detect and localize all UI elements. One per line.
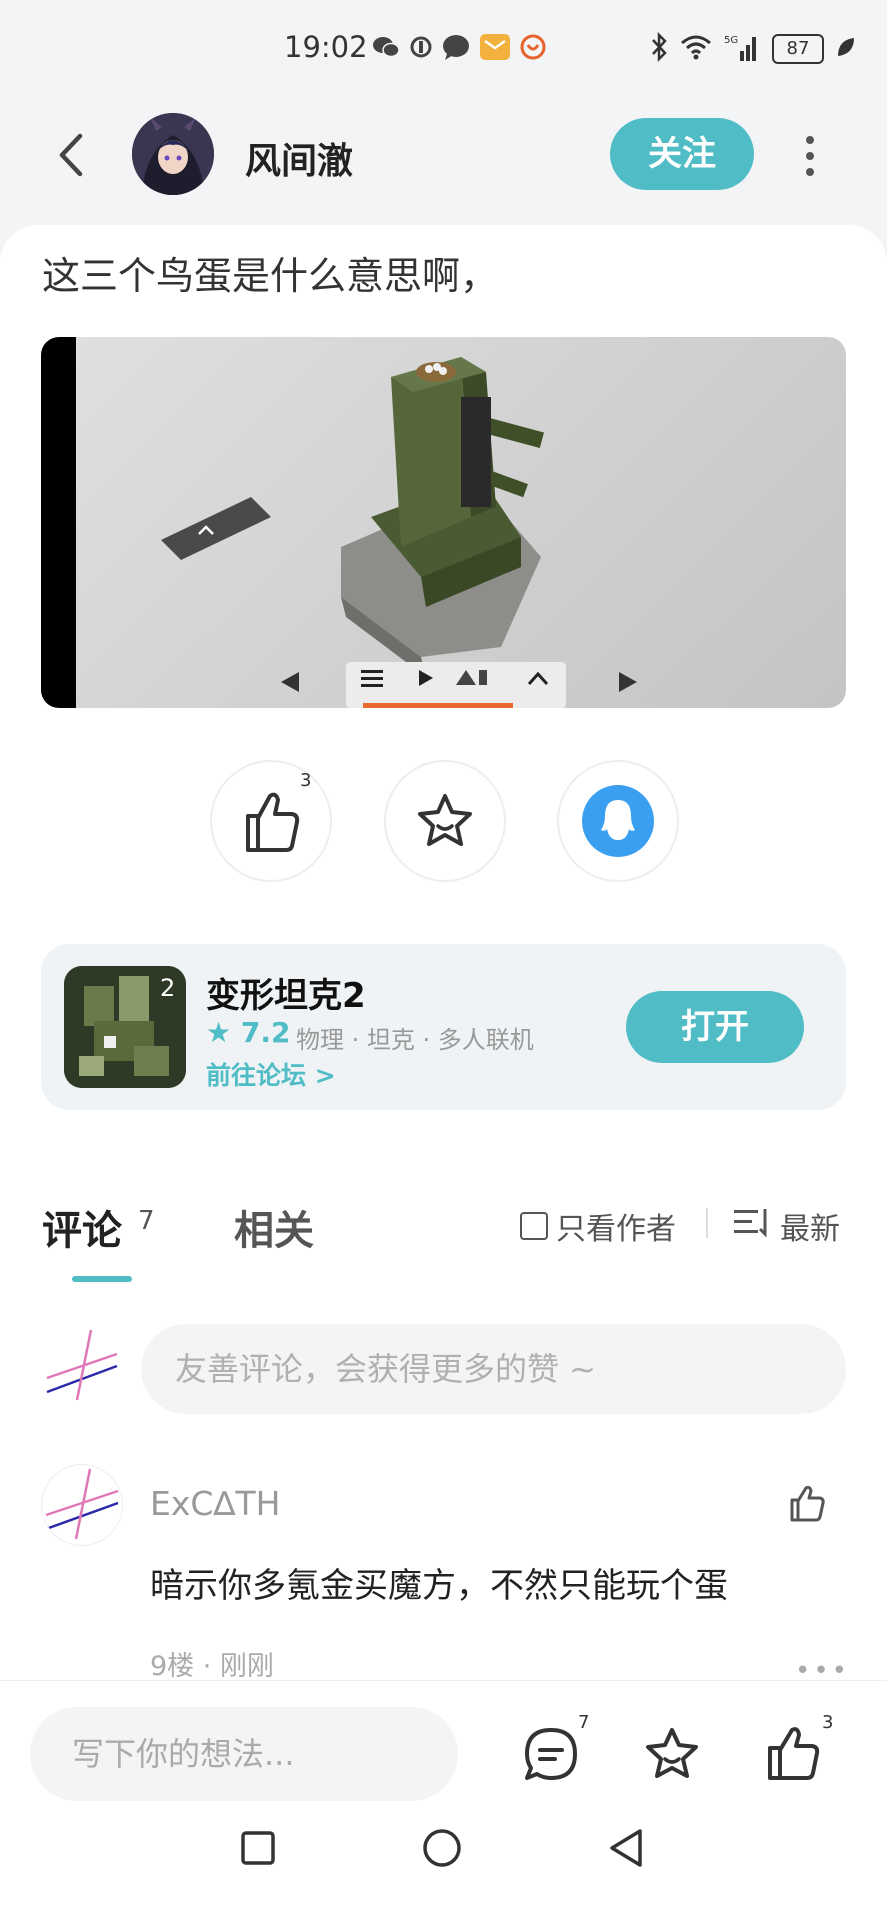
comment-meta: 9楼 · 刚刚 (150, 1651, 274, 1682)
favorite-button[interactable] (384, 760, 506, 882)
comment-like-icon[interactable] (786, 1482, 830, 1526)
home-icon[interactable] (422, 1828, 462, 1872)
more-options-icon[interactable] (800, 134, 820, 178)
my-avatar (41, 1326, 123, 1408)
author-avatar[interactable] (132, 113, 214, 195)
commenter-name[interactable]: ExC∆TH (150, 1484, 280, 1523)
tab-related[interactable]: 相关 (234, 1198, 314, 1256)
bottom-like-icon[interactable] (764, 1724, 824, 1784)
system-nav-bar (0, 1828, 887, 1920)
game-name[interactable]: 变形坦克2 (206, 968, 366, 1017)
battery-indicator: 87 (772, 34, 824, 64)
svg-text:2: 2 (160, 974, 175, 1002)
qq-share-button[interactable] (557, 760, 679, 882)
write-input[interactable]: 写下你的想法... (30, 1707, 458, 1801)
only-author-toggle[interactable]: 只看作者 (520, 1204, 676, 1248)
rating-value: 7.2 (240, 1016, 291, 1049)
only-author-label: 只看作者 (556, 1212, 676, 1247)
comments-count: 7 (138, 1206, 155, 1236)
notification-icons (372, 34, 546, 64)
bottom-comment-count: 7 (578, 1712, 590, 1733)
comment-input[interactable]: 友善评论，会获得更多的赞 ~ (141, 1324, 846, 1414)
game-tags: 物理 · 坦克 · 多人联机 (296, 1026, 534, 1054)
back-button[interactable] (52, 128, 92, 182)
bottom-like-count: 3 (822, 1712, 834, 1733)
wifi-icon (680, 34, 712, 64)
open-game-button[interactable]: 打开 (626, 991, 804, 1063)
post-image[interactable] (41, 337, 846, 708)
forum-link[interactable]: 前往论坛 > (206, 1056, 336, 1092)
status-time: 19:02 (284, 30, 368, 64)
app-notification-icon (520, 34, 546, 64)
game-rating: ★ 7.2 (206, 1016, 290, 1049)
sync-icon (410, 36, 432, 62)
star-icon: ★ (206, 1016, 232, 1049)
mail-icon (480, 34, 510, 64)
game-icon[interactable]: 2 (64, 966, 186, 1088)
system-icons: 5G 87 (650, 31, 856, 66)
wechat-icon (372, 35, 400, 63)
comment-text: 暗示你多氪金买魔方，不然只能玩个蛋 (150, 1566, 728, 1606)
signal-icon: 5G (724, 33, 760, 65)
status-bar: 19:02 5G 87 (0, 0, 887, 100)
recent-apps-icon[interactable] (240, 1830, 276, 1870)
sort-icon (734, 1207, 770, 1245)
post-title: 这三个鸟蛋是什么意思啊， (42, 254, 499, 298)
divider (706, 1208, 708, 1238)
sort-label: 最新 (780, 1212, 840, 1247)
sort-button[interactable]: 最新 (734, 1204, 840, 1248)
svg-text:5G: 5G (724, 35, 738, 46)
like-button[interactable] (210, 760, 332, 882)
follow-button[interactable]: 关注 (610, 118, 754, 190)
commenter-avatar[interactable] (41, 1464, 123, 1546)
comment-icon[interactable] (521, 1724, 581, 1784)
bluetooth-icon (650, 31, 668, 66)
bottom-favorite-icon[interactable] (642, 1724, 702, 1784)
message-icon (442, 34, 470, 64)
back-nav-icon[interactable] (608, 1828, 644, 1872)
like-count: 3 (300, 770, 312, 791)
tab-comments[interactable]: 评论 (42, 1198, 122, 1256)
checkbox-icon[interactable] (520, 1212, 548, 1240)
author-name[interactable]: 风间澈 (245, 132, 353, 184)
leaf-icon (836, 36, 856, 62)
active-tab-indicator (72, 1276, 132, 1282)
